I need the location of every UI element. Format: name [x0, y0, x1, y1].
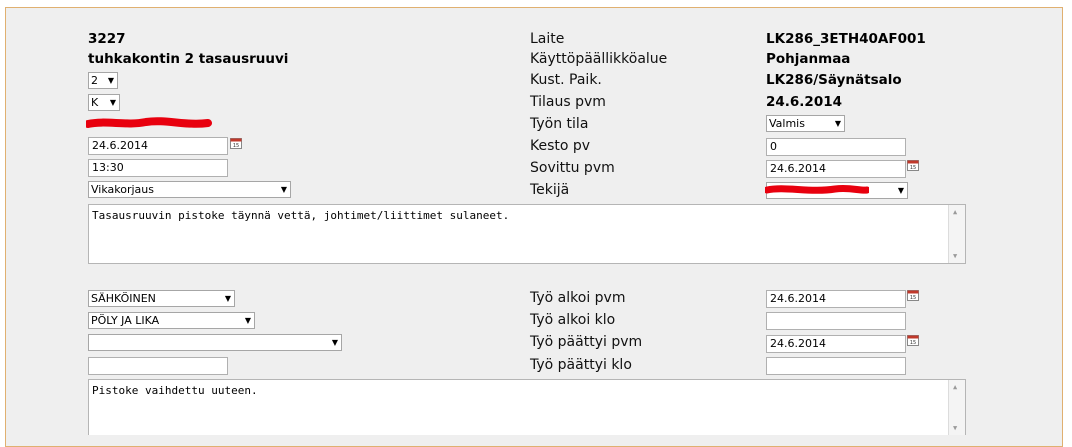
device-value: LK286_3ETH40AF001 — [766, 31, 926, 47]
performer-select[interactable]: ▼ — [765, 182, 908, 199]
chevron-down-icon: ▼ — [897, 186, 904, 195]
svg-text:15: 15 — [910, 295, 916, 301]
work-type-select-value: Vikakorjaus — [91, 183, 154, 196]
work-type-select[interactable]: Vikakorjaus ▼ — [88, 181, 291, 198]
category-select[interactable]: SÄHKÖINEN ▼ — [88, 290, 235, 307]
type-select[interactable]: K ▼ — [88, 94, 120, 111]
extra-select[interactable]: ▼ — [88, 334, 342, 351]
work-start-date-input[interactable]: 24.6.2014 — [766, 290, 906, 308]
resolution-text: Pistoke vaihdettu uuteen. — [92, 384, 258, 397]
scroll-up-icon[interactable]: ▲ — [953, 383, 957, 391]
chevron-down-icon: ▼ — [834, 119, 841, 128]
order-number: 3227 — [88, 31, 126, 47]
cost-center-value: LK286/Säynätsalo — [766, 72, 902, 88]
work-status-select[interactable]: Valmis ▼ — [766, 115, 845, 132]
label-cost-center: Kust. Paik. — [530, 72, 602, 88]
svg-text:15: 15 — [233, 143, 239, 149]
label-work-start-time: Työ alkoi klo — [530, 312, 616, 328]
redaction-mark — [86, 117, 212, 128]
chevron-down-icon: ▼ — [280, 185, 287, 194]
description-text: Tasausruuvin pistoke täynnä vettä, johti… — [92, 209, 510, 222]
cause-select[interactable]: PÖLY JA LIKA ▼ — [88, 312, 255, 329]
extra-input[interactable] — [88, 357, 228, 375]
area-value: Pohjanmaa — [766, 51, 851, 67]
resolution-textarea[interactable]: Pistoke vaihdettu uuteen. ▲ ▼ — [88, 379, 966, 435]
scroll-down-icon[interactable]: ▼ — [953, 424, 957, 432]
scrollbar[interactable]: ▲ ▼ — [948, 205, 965, 263]
label-device: Laite — [530, 31, 565, 47]
order-date-input[interactable]: 24.6.2014 — [88, 137, 228, 155]
order-date-value: 24.6.2014 — [766, 94, 843, 110]
label-performer: Tekijä — [530, 182, 570, 198]
label-agreed-date: Sovittu pvm — [530, 160, 615, 176]
label-duration: Kesto pv — [530, 138, 591, 154]
scroll-up-icon[interactable]: ▲ — [953, 208, 957, 216]
label-work-start-date: Työ alkoi pvm — [530, 290, 626, 306]
chevron-down-icon: ▼ — [109, 98, 116, 107]
label-order-date: Tilaus pvm — [530, 94, 606, 110]
chevron-down-icon: ▼ — [244, 316, 251, 325]
type-select-value: K — [91, 96, 99, 109]
label-work-end-time: Työ päättyi klo — [530, 357, 632, 373]
calendar-icon[interactable]: 15 — [230, 137, 242, 149]
cause-select-value: PÖLY JA LIKA — [91, 314, 160, 327]
work-status-select-value: Valmis — [769, 117, 805, 130]
duration-input[interactable]: 0 — [766, 138, 906, 156]
priority-select[interactable]: 2 ▼ — [88, 72, 118, 89]
priority-select-value: 2 — [91, 74, 98, 87]
work-start-time-input[interactable] — [766, 312, 906, 330]
description-textarea[interactable]: Tasausruuvin pistoke täynnä vettä, johti… — [88, 204, 966, 264]
work-end-time-input[interactable] — [766, 357, 906, 375]
label-work-status: Työn tila — [530, 116, 589, 132]
calendar-icon[interactable]: 15 — [907, 159, 919, 171]
label-area: Käyttöpäällikköalue — [530, 51, 668, 67]
scrollbar[interactable]: ▲ ▼ — [948, 380, 965, 435]
label-work-end-date: Työ päättyi pvm — [530, 334, 643, 350]
svg-text:15: 15 — [910, 340, 916, 346]
chevron-down-icon: ▼ — [224, 294, 231, 303]
svg-text:15: 15 — [910, 165, 916, 171]
calendar-icon[interactable]: 15 — [907, 334, 919, 346]
work-end-date-input[interactable]: 24.6.2014 — [766, 335, 906, 353]
time-input[interactable]: 13:30 — [88, 159, 228, 177]
chevron-down-icon: ▼ — [331, 338, 338, 347]
category-select-value: SÄHKÖINEN — [91, 292, 156, 305]
chevron-down-icon: ▼ — [107, 76, 114, 85]
calendar-icon[interactable]: 15 — [907, 289, 919, 301]
scroll-down-icon[interactable]: ▼ — [953, 252, 957, 260]
redaction-mark — [765, 184, 869, 194]
order-title: tuhkakontin 2 tasausruuvi — [88, 51, 289, 67]
agreed-date-input[interactable]: 24.6.2014 — [766, 160, 906, 178]
